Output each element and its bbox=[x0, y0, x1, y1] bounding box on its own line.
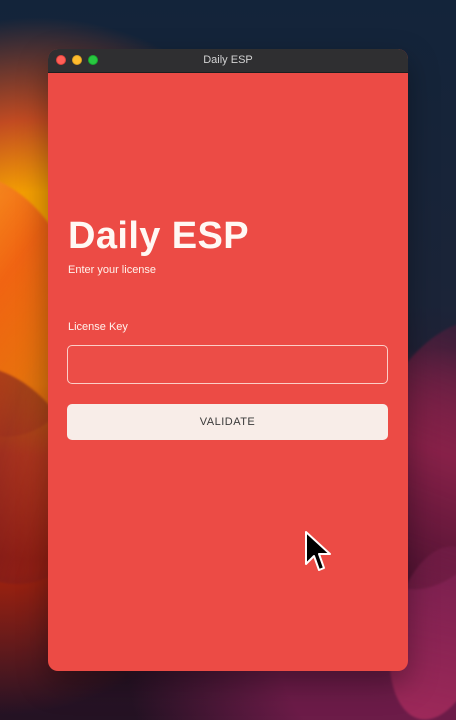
validate-button[interactable]: VALIDATE bbox=[67, 404, 388, 440]
window-title: Daily ESP bbox=[203, 54, 253, 66]
close-window-icon[interactable] bbox=[56, 55, 66, 65]
license-key-input[interactable] bbox=[67, 345, 388, 384]
minimize-window-icon[interactable] bbox=[72, 55, 82, 65]
license-key-label: License Key bbox=[68, 321, 128, 333]
app-title: Daily ESP bbox=[68, 215, 250, 257]
license-form: Daily ESP Enter your license License Key… bbox=[48, 72, 408, 671]
subtitle: Enter your license bbox=[68, 264, 157, 276]
zoom-window-icon[interactable] bbox=[88, 55, 98, 65]
window-titlebar[interactable]: Daily ESP bbox=[48, 49, 408, 73]
app-window: Daily ESP Daily ESP Enter your license L… bbox=[48, 49, 408, 671]
desktop-background: Daily ESP Daily ESP Enter your license L… bbox=[0, 0, 456, 720]
